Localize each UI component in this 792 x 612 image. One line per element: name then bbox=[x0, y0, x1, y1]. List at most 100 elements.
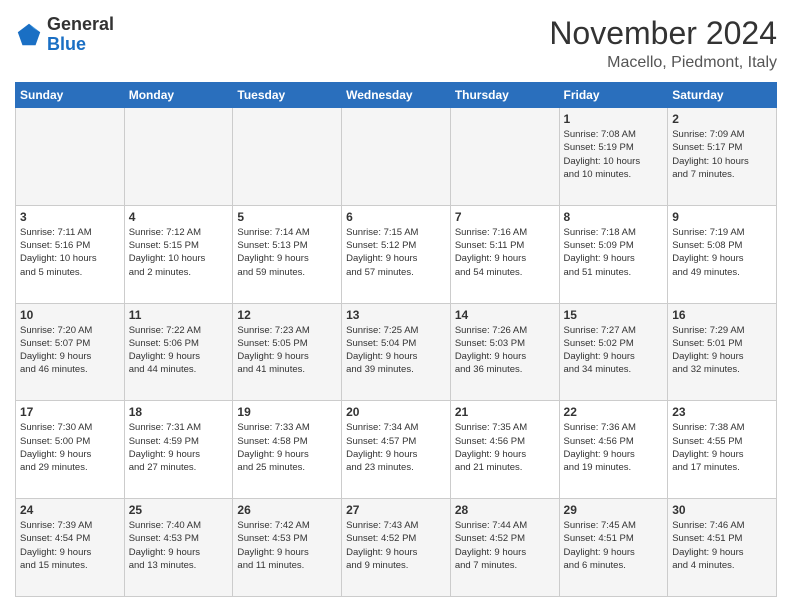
day-number: 10 bbox=[20, 308, 120, 322]
calendar-cell: 20Sunrise: 7:34 AM Sunset: 4:57 PM Dayli… bbox=[342, 401, 451, 499]
day-number: 23 bbox=[672, 405, 772, 419]
calendar-cell: 12Sunrise: 7:23 AM Sunset: 5:05 PM Dayli… bbox=[233, 303, 342, 401]
calendar-cell: 23 Sunrise: 7:38 AM Sunset: 4:55 PM Dayli… bbox=[668, 401, 777, 499]
calendar-body: 1 Sunrise: 7:08 AM Sunset: 5:19 PM Daylig… bbox=[16, 108, 777, 597]
day-number: 13 bbox=[346, 308, 446, 322]
day-info: Sunrise: 7:30 AM Sunset: 5:00 PM Dayligh… bbox=[20, 421, 120, 474]
calendar-cell: 30 Sunrise: 7:46 AM Sunset: 4:51 PM Dayli… bbox=[668, 499, 777, 597]
calendar-cell bbox=[450, 108, 559, 206]
calendar: SundayMondayTuesdayWednesdayThursdayFrid… bbox=[15, 82, 777, 597]
day-info: Sunrise: 7:44 AM Sunset: 4:52 PM Dayligh… bbox=[455, 519, 555, 572]
calendar-cell: 4 Sunrise: 7:12 AM Sunset: 5:15 PM Daylig… bbox=[124, 205, 233, 303]
day-number: 15 bbox=[564, 308, 664, 322]
day-info: Sunrise: 7:39 AM Sunset: 4:54 PM Dayligh… bbox=[20, 519, 120, 572]
day-info: Sunrise: 7:20 AM Sunset: 5:07 PM Dayligh… bbox=[20, 324, 120, 377]
calendar-cell: 2Sunrise: 7:09 AM Sunset: 5:17 PM Daylig… bbox=[668, 108, 777, 206]
day-number: 5 bbox=[237, 210, 337, 224]
day-number: 30 bbox=[672, 503, 772, 517]
weekday-row: SundayMondayTuesdayWednesdayThursdayFrid… bbox=[16, 83, 777, 108]
page: General Blue November 2024 Macello, Pied… bbox=[0, 0, 792, 612]
day-number: 29 bbox=[564, 503, 664, 517]
day-number: 24 bbox=[20, 503, 120, 517]
day-number: 4 bbox=[129, 210, 229, 224]
day-info: Sunrise: 7:46 AM Sunset: 4:51 PM Dayligh… bbox=[672, 519, 772, 572]
day-number: 21 bbox=[455, 405, 555, 419]
calendar-cell: 24 Sunrise: 7:39 AM Sunset: 4:54 PM Dayli… bbox=[16, 499, 125, 597]
calendar-cell: 9 Sunrise: 7:19 AM Sunset: 5:08 PM Daylig… bbox=[668, 205, 777, 303]
weekday-header-monday: Monday bbox=[124, 83, 233, 108]
logo-blue-text: Blue bbox=[47, 34, 86, 54]
logo-general-text: General bbox=[47, 14, 114, 34]
weekday-header-tuesday: Tuesday bbox=[233, 83, 342, 108]
calendar-cell: 17 Sunrise: 7:30 AM Sunset: 5:00 PM Dayli… bbox=[16, 401, 125, 499]
day-info: Sunrise: 7:31 AM Sunset: 4:59 PM Dayligh… bbox=[129, 421, 229, 474]
calendar-cell: 5Sunrise: 7:14 AM Sunset: 5:13 PM Daylig… bbox=[233, 205, 342, 303]
calendar-header: SundayMondayTuesdayWednesdayThursdayFrid… bbox=[16, 83, 777, 108]
day-info: Sunrise: 7:42 AM Sunset: 4:53 PM Dayligh… bbox=[237, 519, 337, 572]
day-number: 22 bbox=[564, 405, 664, 419]
calendar-cell: 25Sunrise: 7:40 AM Sunset: 4:53 PM Dayli… bbox=[124, 499, 233, 597]
day-info: Sunrise: 7:12 AM Sunset: 5:15 PM Dayligh… bbox=[129, 226, 229, 279]
calendar-cell bbox=[342, 108, 451, 206]
logo-icon bbox=[15, 21, 43, 49]
calendar-cell: 29 Sunrise: 7:45 AM Sunset: 4:51 PM Dayli… bbox=[559, 499, 668, 597]
day-number: 19 bbox=[237, 405, 337, 419]
day-number: 1 bbox=[564, 112, 664, 126]
calendar-cell: 8Sunrise: 7:18 AM Sunset: 5:09 PM Daylig… bbox=[559, 205, 668, 303]
day-number: 6 bbox=[346, 210, 446, 224]
calendar-cell bbox=[233, 108, 342, 206]
day-number: 25 bbox=[129, 503, 229, 517]
calendar-cell: 14 Sunrise: 7:26 AM Sunset: 5:03 PM Dayli… bbox=[450, 303, 559, 401]
header: General Blue November 2024 Macello, Pied… bbox=[15, 15, 777, 72]
month-title: November 2024 bbox=[549, 15, 777, 52]
calendar-cell: 10 Sunrise: 7:20 AM Sunset: 5:07 PM Dayli… bbox=[16, 303, 125, 401]
day-info: Sunrise: 7:16 AM Sunset: 5:11 PM Dayligh… bbox=[455, 226, 555, 279]
week-row-5: 24 Sunrise: 7:39 AM Sunset: 4:54 PM Dayli… bbox=[16, 499, 777, 597]
week-row-2: 3 Sunrise: 7:11 AM Sunset: 5:16 PM Daylig… bbox=[16, 205, 777, 303]
day-info: Sunrise: 7:27 AM Sunset: 5:02 PM Dayligh… bbox=[564, 324, 664, 377]
calendar-cell: 28 Sunrise: 7:44 AM Sunset: 4:52 PM Dayli… bbox=[450, 499, 559, 597]
day-info: Sunrise: 7:08 AM Sunset: 5:19 PM Dayligh… bbox=[564, 128, 664, 181]
day-number: 27 bbox=[346, 503, 446, 517]
day-info: Sunrise: 7:43 AM Sunset: 4:52 PM Dayligh… bbox=[346, 519, 446, 572]
day-info: Sunrise: 7:18 AM Sunset: 5:09 PM Dayligh… bbox=[564, 226, 664, 279]
day-info: Sunrise: 7:25 AM Sunset: 5:04 PM Dayligh… bbox=[346, 324, 446, 377]
logo: General Blue bbox=[15, 15, 114, 55]
calendar-cell bbox=[124, 108, 233, 206]
calendar-cell: 6Sunrise: 7:15 AM Sunset: 5:12 PM Daylig… bbox=[342, 205, 451, 303]
day-info: Sunrise: 7:45 AM Sunset: 4:51 PM Dayligh… bbox=[564, 519, 664, 572]
calendar-cell: 3 Sunrise: 7:11 AM Sunset: 5:16 PM Daylig… bbox=[16, 205, 125, 303]
calendar-cell: 19Sunrise: 7:33 AM Sunset: 4:58 PM Dayli… bbox=[233, 401, 342, 499]
calendar-cell: 7 Sunrise: 7:16 AM Sunset: 5:11 PM Daylig… bbox=[450, 205, 559, 303]
day-info: Sunrise: 7:19 AM Sunset: 5:08 PM Dayligh… bbox=[672, 226, 772, 279]
day-number: 17 bbox=[20, 405, 120, 419]
day-number: 11 bbox=[129, 308, 229, 322]
calendar-cell: 1 Sunrise: 7:08 AM Sunset: 5:19 PM Daylig… bbox=[559, 108, 668, 206]
day-number: 9 bbox=[672, 210, 772, 224]
day-info: Sunrise: 7:11 AM Sunset: 5:16 PM Dayligh… bbox=[20, 226, 120, 279]
calendar-cell bbox=[16, 108, 125, 206]
day-info: Sunrise: 7:35 AM Sunset: 4:56 PM Dayligh… bbox=[455, 421, 555, 474]
calendar-cell: 21 Sunrise: 7:35 AM Sunset: 4:56 PM Dayli… bbox=[450, 401, 559, 499]
day-number: 2 bbox=[672, 112, 772, 126]
weekday-header-thursday: Thursday bbox=[450, 83, 559, 108]
day-number: 28 bbox=[455, 503, 555, 517]
weekday-header-sunday: Sunday bbox=[16, 83, 125, 108]
day-number: 26 bbox=[237, 503, 337, 517]
location: Macello, Piedmont, Italy bbox=[549, 54, 777, 72]
day-number: 14 bbox=[455, 308, 555, 322]
calendar-cell: 26 Sunrise: 7:42 AM Sunset: 4:53 PM Dayli… bbox=[233, 499, 342, 597]
day-info: Sunrise: 7:26 AM Sunset: 5:03 PM Dayligh… bbox=[455, 324, 555, 377]
weekday-header-wednesday: Wednesday bbox=[342, 83, 451, 108]
calendar-cell: 13 Sunrise: 7:25 AM Sunset: 5:04 PM Dayli… bbox=[342, 303, 451, 401]
day-number: 7 bbox=[455, 210, 555, 224]
calendar-cell: 15 Sunrise: 7:27 AM Sunset: 5:02 PM Dayli… bbox=[559, 303, 668, 401]
day-info: Sunrise: 7:22 AM Sunset: 5:06 PM Dayligh… bbox=[129, 324, 229, 377]
day-number: 20 bbox=[346, 405, 446, 419]
day-number: 3 bbox=[20, 210, 120, 224]
weekday-header-friday: Friday bbox=[559, 83, 668, 108]
calendar-cell: 27 Sunrise: 7:43 AM Sunset: 4:52 PM Dayli… bbox=[342, 499, 451, 597]
day-number: 18 bbox=[129, 405, 229, 419]
day-info: Sunrise: 7:38 AM Sunset: 4:55 PM Dayligh… bbox=[672, 421, 772, 474]
calendar-cell: 11 Sunrise: 7:22 AM Sunset: 5:06 PM Dayli… bbox=[124, 303, 233, 401]
